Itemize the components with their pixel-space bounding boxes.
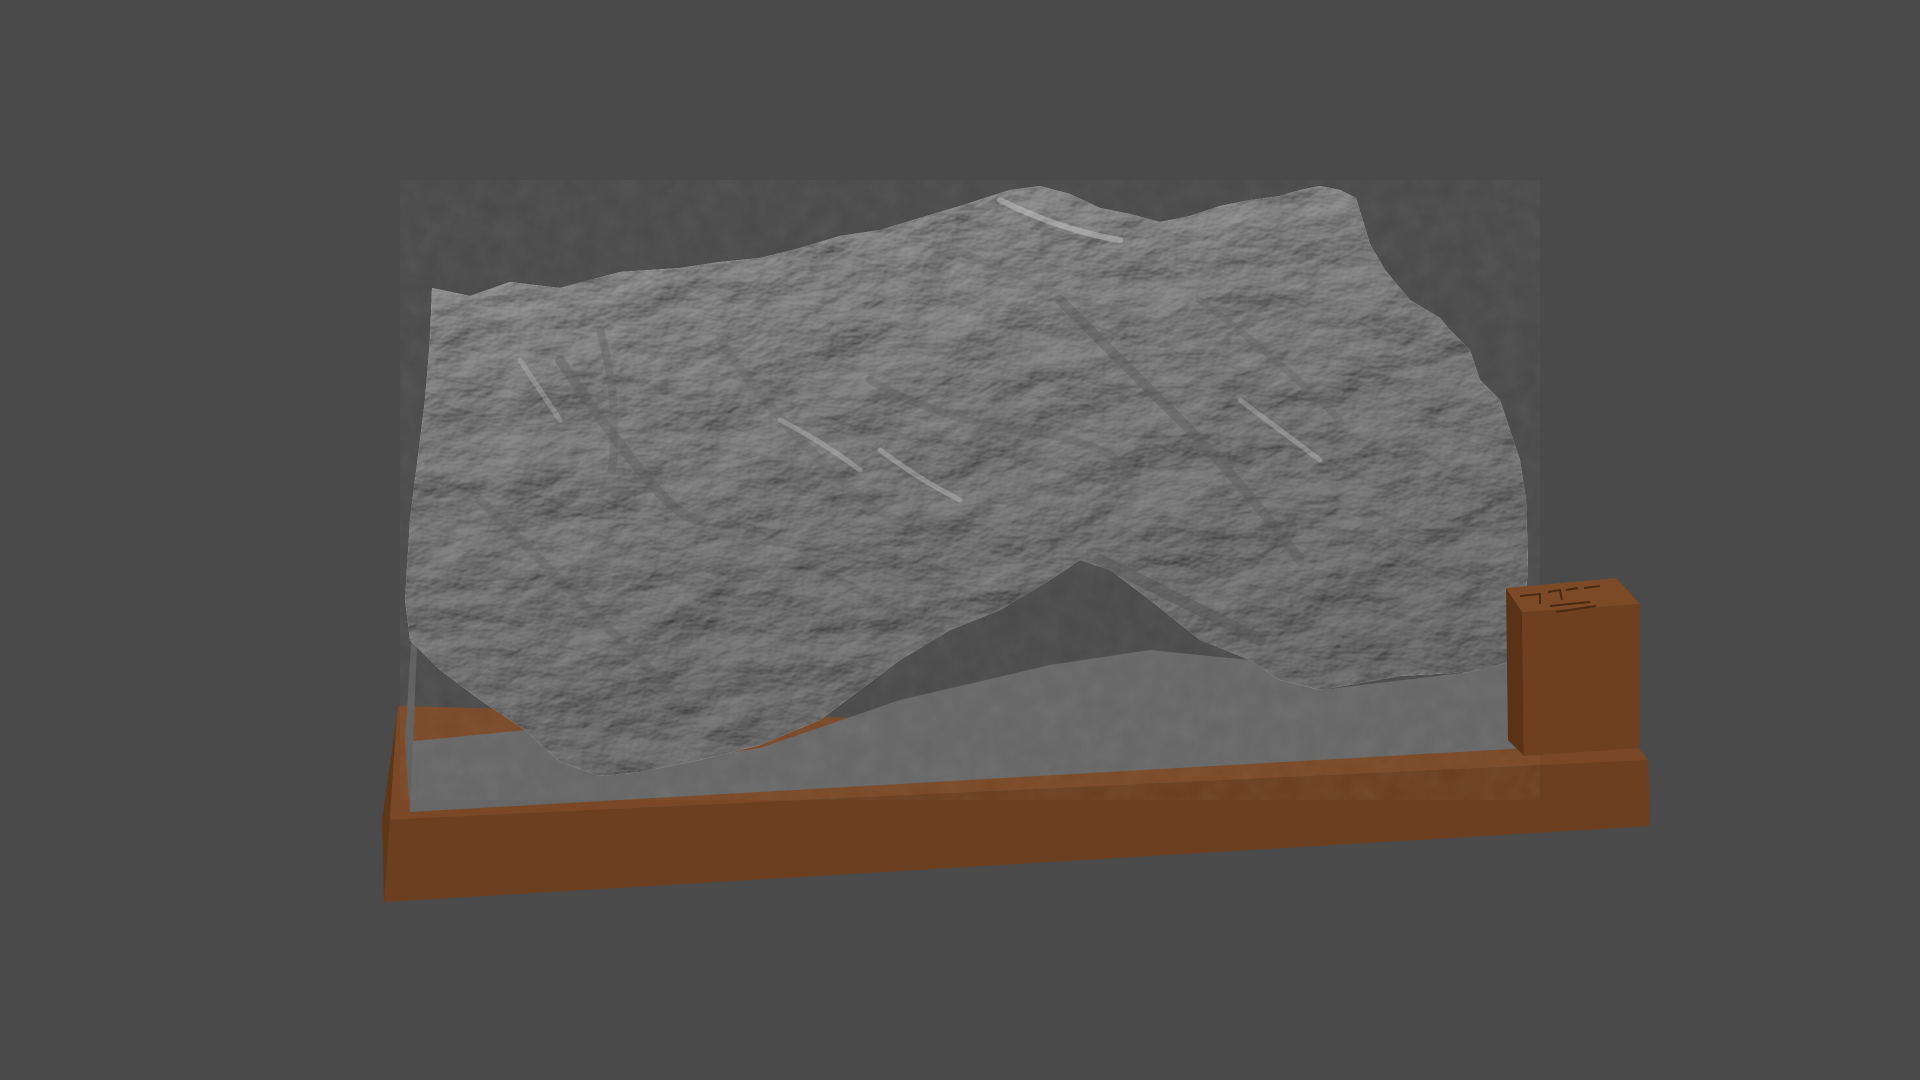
label-block-front — [1522, 604, 1640, 756]
label-block-side — [1506, 588, 1524, 756]
3d-viewport[interactable] — [0, 0, 1920, 1080]
terrain-model-render — [382, 180, 1650, 902]
terrain-surface-grain — [400, 180, 1540, 800]
